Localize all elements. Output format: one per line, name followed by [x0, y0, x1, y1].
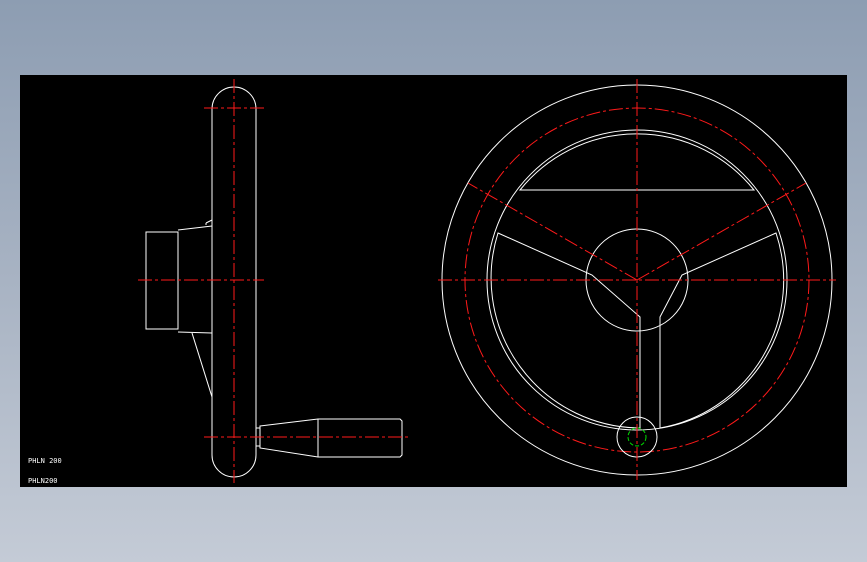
drawing-label-primary: PHLN 200 — [28, 457, 62, 465]
handwheel-front-view — [438, 79, 836, 480]
handwheel-side-view — [138, 79, 410, 483]
cad-viewport[interactable]: PHLN 200 PHLN200 — [20, 75, 847, 487]
front-spoke-centerline-right — [636, 182, 807, 281]
spoke-window-left — [490, 232, 641, 429]
handle-outline — [259, 418, 403, 458]
drawing-label-secondary: PHLN200 — [28, 477, 58, 485]
cad-drawing-canvas — [138, 79, 836, 483]
hub-spoke-taper — [205, 219, 213, 332]
front-spoke-centerline-left — [467, 182, 638, 281]
spoke-window-right — [659, 232, 785, 429]
lower-spoke-edge — [191, 332, 213, 398]
